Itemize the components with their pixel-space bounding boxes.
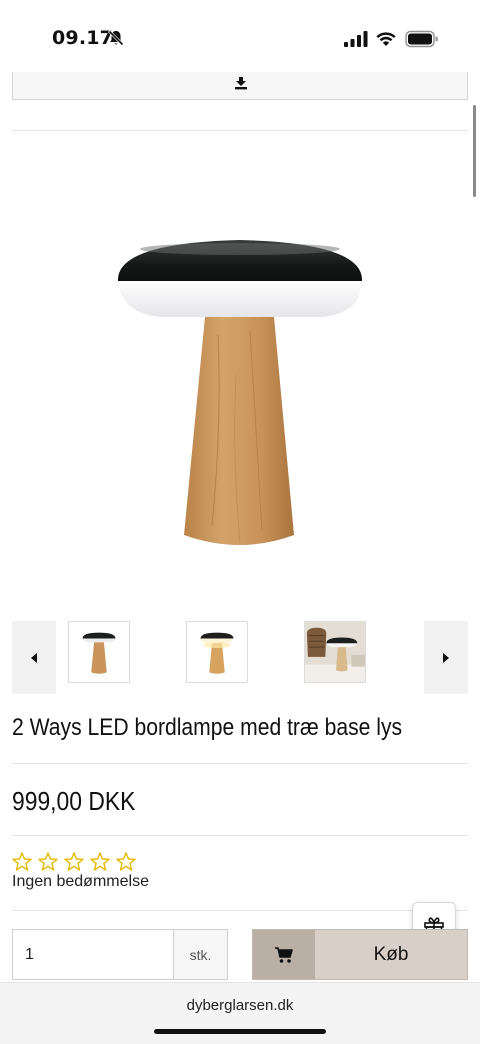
cart-icon-box [253, 930, 315, 979]
divider [12, 130, 468, 131]
download-icon [235, 77, 247, 90]
rating-text: Ingen bedømmelse [12, 873, 149, 890]
browser-address-bar[interactable]: dyberglarsen.dk [0, 982, 480, 1044]
bell-muted-icon [107, 29, 125, 47]
quantity-unit: stk. [173, 929, 228, 980]
download-bar[interactable] [12, 72, 468, 100]
wifi-icon [376, 32, 396, 46]
gallery-prev-button[interactable] [12, 621, 56, 694]
star-outline-icon [90, 852, 110, 871]
status-bar: 09.17 [0, 0, 480, 72]
caret-right-icon [443, 652, 449, 663]
product-price: 999,00 DKK [12, 786, 136, 816]
url-text[interactable]: dyberglarsen.dk [0, 997, 480, 1014]
gallery-next-button[interactable] [424, 621, 468, 694]
divider [12, 763, 468, 764]
divider [12, 835, 468, 836]
star-outline-icon [116, 852, 136, 871]
star-outline-icon [12, 852, 32, 871]
rating-stars[interactable] [12, 852, 136, 871]
cart-icon [275, 946, 293, 963]
signal-icon [344, 31, 368, 47]
home-indicator[interactable] [154, 1029, 326, 1034]
star-outline-icon [64, 852, 84, 871]
divider [12, 910, 468, 911]
buy-label: Køb [373, 943, 409, 965]
quantity-input[interactable] [12, 929, 174, 980]
product-title: 2 Ways LED bordlampe med træ base lys [12, 714, 403, 741]
thumbnail-1[interactable] [68, 621, 130, 683]
battery-icon [405, 30, 438, 48]
product-image[interactable] [100, 225, 380, 565]
thumbnail-3[interactable] [304, 621, 366, 683]
status-time: 09.17 [52, 27, 114, 49]
thumbnail-2[interactable] [186, 621, 248, 683]
scrollbar[interactable] [473, 105, 476, 197]
star-outline-icon [38, 852, 58, 871]
caret-left-icon [31, 652, 37, 663]
buy-button[interactable]: Køb [252, 929, 468, 980]
